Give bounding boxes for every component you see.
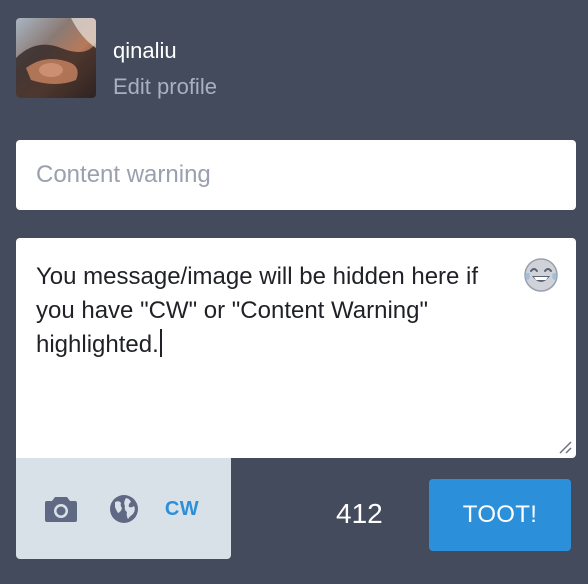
avatar[interactable]: [16, 18, 96, 98]
compose-options-bar: CW: [16, 458, 231, 559]
avatar-image: [16, 18, 96, 98]
emoji-picker-button[interactable]: [522, 256, 560, 294]
resize-handle[interactable]: [558, 440, 572, 454]
privacy-button[interactable]: [108, 492, 140, 526]
compose-textarea[interactable]: You message/image will be hidden here if…: [16, 238, 576, 458]
globe-icon: [110, 495, 138, 523]
camera-icon: [45, 497, 77, 522]
laughing-tears-emoji-icon: [524, 258, 558, 292]
content-warning-toggle[interactable]: CW: [158, 492, 206, 526]
character-counter: 412: [336, 498, 383, 529]
profile-header: qinaliu Edit profile: [16, 16, 576, 100]
edit-profile-link[interactable]: Edit profile: [113, 74, 217, 100]
compose-text[interactable]: You message/image will be hidden here if…: [36, 260, 506, 362]
display-name: qinaliu: [113, 38, 177, 63]
compose-text-content: You message/image will be hidden here if…: [36, 263, 485, 358]
text-caret: [159, 329, 162, 357]
content-warning-input[interactable]: [16, 140, 576, 210]
toot-button[interactable]: TOOT!: [429, 479, 571, 551]
resize-grip-icon: [559, 441, 572, 454]
upload-media-button[interactable]: [44, 492, 78, 526]
